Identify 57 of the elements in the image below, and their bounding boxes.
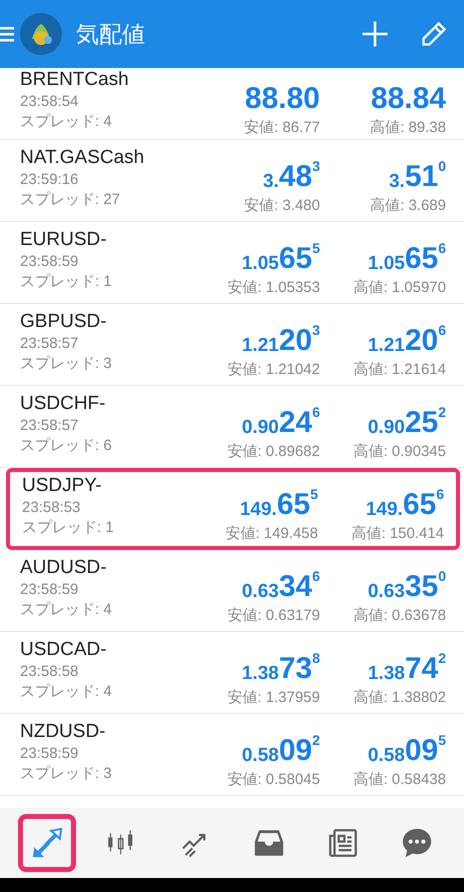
symbol-name: EURUSD- <box>20 228 108 252</box>
low-price: 安値: 1.05353 <box>227 278 320 297</box>
low-price: 安値: 0.58045 <box>227 770 320 789</box>
quote-row[interactable]: BRENTCash 23:58:54 スプレッド: 4 88.80 安値: 86.77 88.84 高値: 89.38 <box>0 68 464 140</box>
symbol-name: NZDUSD- <box>20 720 106 744</box>
low-price: 安値: 86.77 <box>244 118 320 137</box>
quote-time: 23:58:58 <box>20 662 80 682</box>
newspaper-icon <box>326 826 360 860</box>
spread-label: スプレッド: 1 <box>22 518 115 538</box>
quote-time: 23:58:59 <box>20 252 80 272</box>
add-button[interactable] <box>360 19 390 49</box>
logo-icon <box>20 13 62 55</box>
spread-label: スプレッド: 27 <box>20 190 122 210</box>
spread-label: スプレッド: 4 <box>20 682 113 702</box>
spread-label: スプレッド: 3 <box>20 354 113 374</box>
quote-time: 23:59:16 <box>20 170 80 190</box>
high-price: 高値: 0.90345 <box>353 442 446 461</box>
low-price: 安値: 0.89682 <box>227 442 320 461</box>
high-price: 高値: 3.689 <box>370 196 446 215</box>
symbol-name: USDCAD- <box>20 638 108 662</box>
spread-label: スプレッド: 4 <box>20 600 113 620</box>
symbol-name: USDJPY- <box>22 474 103 498</box>
low-price: 安値: 1.37959 <box>227 688 320 707</box>
quote-time: 23:58:57 <box>20 334 80 354</box>
symbol-name: BRENTCash <box>20 68 130 92</box>
price: 88.80 <box>244 81 320 116</box>
high-price: 高値: 0.58438 <box>353 770 446 789</box>
symbol-name: NAT.GASCash <box>20 146 146 170</box>
spread-label: スプレッド: 4 <box>20 112 113 132</box>
high-price: 高値: 1.21614 <box>353 360 446 379</box>
quote-time: 23:58:53 <box>22 498 82 518</box>
diagonal-arrows-icon <box>30 826 64 860</box>
symbol-name: GBPUSD- <box>20 310 108 334</box>
edit-button[interactable] <box>420 20 448 48</box>
high-price: 高値: 89.38 <box>370 118 446 137</box>
low-price: 安値: 1.21042 <box>227 360 320 379</box>
spread-label: スプレッド: 1 <box>20 272 113 292</box>
symbol-name: AUDUSD- <box>20 556 108 580</box>
price: 88.84 <box>370 81 446 116</box>
quote-time: 23:58:59 <box>20 744 80 764</box>
quote-time: 23:58:57 <box>20 416 80 436</box>
chat-bubble-icon <box>400 826 434 860</box>
screen-title: 気配値 <box>76 20 146 50</box>
spread-label: スプレッド: 6 <box>20 436 113 456</box>
high-price: 高値: 1.38802 <box>353 688 446 707</box>
high-price: 高値: 150.414 <box>351 524 444 543</box>
spread-label: スプレッド: 3 <box>20 764 113 784</box>
menu-icon[interactable] <box>0 25 14 43</box>
nav-tab[interactable] <box>18 814 76 872</box>
low-price: 安値: 3.480 <box>244 196 320 215</box>
quote-time: 23:58:59 <box>20 580 80 600</box>
symbol-name: USDCHF- <box>20 392 106 416</box>
quote-time: 23:58:54 <box>20 92 80 112</box>
low-price: 安値: 0.63179 <box>227 606 320 625</box>
high-price: 高値: 0.63678 <box>353 606 446 625</box>
high-price: 高値: 1.05970 <box>353 278 446 297</box>
low-price: 安値: 149.458 <box>225 524 318 543</box>
